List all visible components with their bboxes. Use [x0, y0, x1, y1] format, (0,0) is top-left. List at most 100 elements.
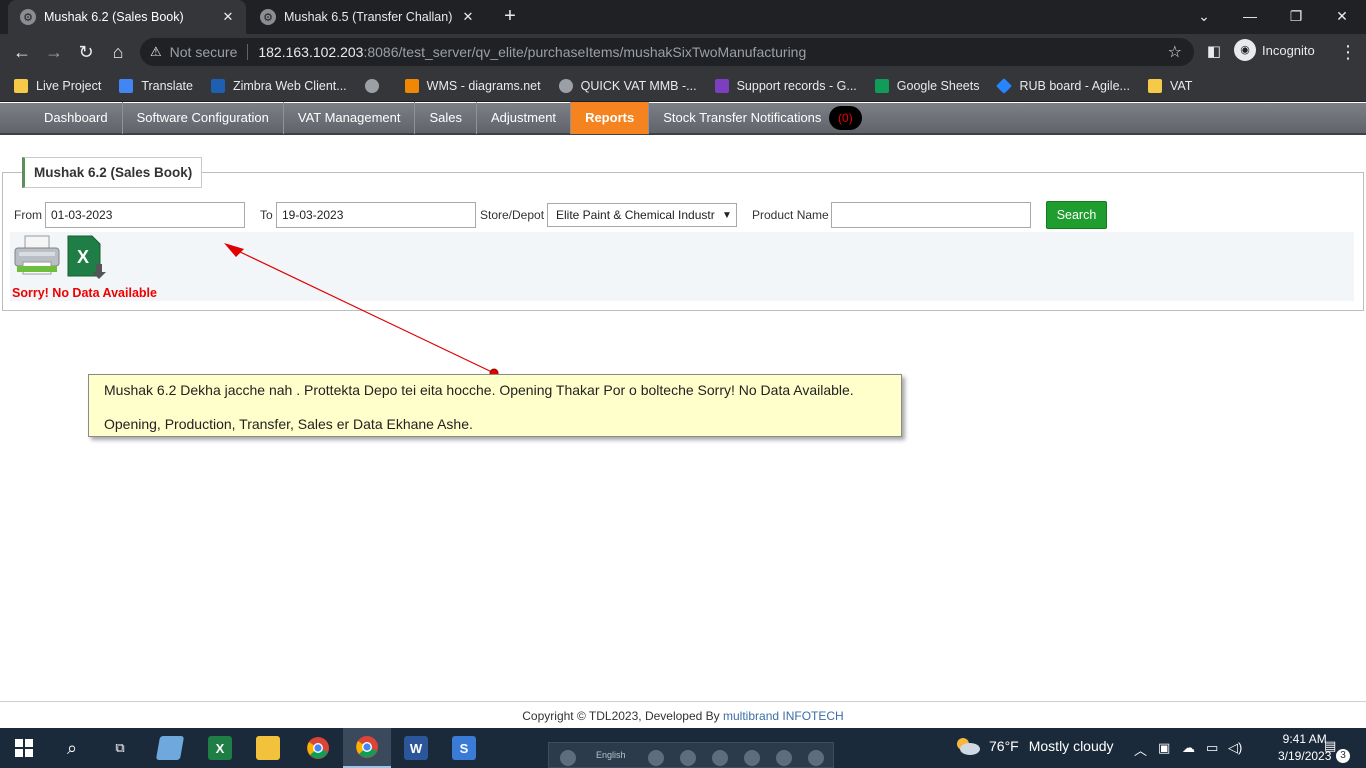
back-icon[interactable]: ←	[10, 40, 34, 64]
tab-title: Mushak 6.2 (Sales Book)	[44, 10, 184, 24]
bookmark-label: Live Project	[36, 78, 102, 93]
search-icon[interactable]: ⌕	[48, 728, 96, 768]
bookmark-star-icon[interactable]: ☆	[1168, 42, 1182, 62]
file-explorer-icon[interactable]	[244, 728, 292, 768]
printer-icon[interactable]	[13, 234, 61, 278]
bookmark-label: Zimbra Web Client...	[232, 78, 347, 93]
bookmark-quick-vat[interactable]: QUICK VAT MMB -...	[558, 78, 697, 93]
warning-icon: ⚠	[150, 44, 162, 59]
forward-icon[interactable]: →	[42, 40, 66, 64]
start-button[interactable]	[0, 728, 48, 768]
nav-reports[interactable]: Reports	[571, 102, 650, 134]
chevron-down-icon[interactable]: ⌄	[1192, 5, 1216, 27]
info-icon[interactable]	[808, 750, 824, 766]
address-bar[interactable]: ⚠ Not secure 182.163.102.203 :8086/test_…	[140, 38, 1194, 66]
language-label: English	[596, 750, 626, 760]
bookmark-translate[interactable]: Translate	[119, 78, 193, 93]
incognito-badge[interactable]: ◉ Incognito	[1234, 39, 1315, 61]
from-date-input[interactable]	[45, 202, 245, 228]
incognito-icon: ◉	[1234, 39, 1256, 61]
security-label: Not secure	[169, 44, 238, 60]
store-depot-value: Elite Paint & Chemical Industr	[556, 208, 715, 222]
onedrive-icon[interactable]: ☁	[1182, 740, 1195, 756]
annotation-callout: Mushak 6.2 Dekha jacche nah . Prottekta …	[88, 374, 902, 437]
meet-icon[interactable]: ▣	[1158, 740, 1170, 756]
nav-dashboard[interactable]: Dashboard	[30, 102, 123, 134]
chevron-down-icon: ▼	[722, 209, 732, 221]
excel-taskbar-icon[interactable]: X	[196, 728, 244, 768]
bookmark-rub-board[interactable]: RUB board - Agile...	[996, 77, 1130, 94]
close-icon[interactable]: ✕	[460, 9, 476, 25]
main-navigation: Dashboard Software Configuration VAT Man…	[0, 102, 1366, 135]
to-date-input[interactable]	[276, 202, 476, 228]
weather-temp: 76°F	[989, 738, 1019, 754]
s-app-icon[interactable]: S	[440, 728, 488, 768]
mode-icon[interactable]	[648, 750, 664, 766]
ime-icon[interactable]	[560, 750, 576, 766]
volume-icon[interactable]: ◁)	[1228, 740, 1242, 756]
new-tab-button[interactable]: +	[500, 5, 520, 29]
tab-mushak-6-5[interactable]: ⚙ Mushak 6.5 (Transfer Challan) ✕	[248, 0, 486, 34]
chrome-logo	[307, 737, 329, 759]
minimize-icon[interactable]: —	[1238, 5, 1262, 27]
tab-mushak-6-2[interactable]: ⚙ Mushak 6.2 (Sales Book) ✕	[8, 0, 246, 34]
menu-icon[interactable]: ⋮	[1336, 40, 1360, 64]
from-label: From	[14, 208, 42, 222]
nav-sales[interactable]: Sales	[415, 102, 478, 134]
store-depot-select[interactable]: Elite Paint & Chemical Industr ▼	[547, 203, 737, 227]
product-name-input[interactable]	[831, 202, 1031, 228]
reload-icon[interactable]: ↻	[74, 40, 98, 64]
help-icon[interactable]	[776, 750, 792, 766]
folder-icon	[1147, 78, 1162, 93]
gear-icon	[558, 78, 573, 93]
gear-icon: ⚙	[260, 9, 276, 25]
word-icon[interactable]: W	[392, 728, 440, 768]
edge-icon[interactable]	[744, 750, 760, 766]
sidepanel-icon[interactable]: ◧	[1202, 40, 1226, 64]
incognito-label: Incognito	[1262, 42, 1315, 58]
chrome-icon-active[interactable]	[343, 728, 391, 768]
windows-start-icon	[15, 739, 33, 757]
task-view-icon[interactable]: ⧉	[96, 728, 144, 768]
search-button[interactable]: Search	[1046, 201, 1107, 229]
bookmark-label: QUICK VAT MMB -...	[580, 78, 697, 93]
bookmark-label: RUB board - Agile...	[1019, 78, 1130, 93]
weather-widget[interactable]: 76°F Mostly cloudy	[955, 736, 1114, 756]
gear-icon[interactable]	[712, 750, 728, 766]
globe-icon	[364, 78, 379, 93]
bookmark-support-records[interactable]: Support records - G...	[714, 78, 857, 93]
notification-center-icon[interactable]: ▤ 3	[1324, 738, 1350, 763]
chrome-icon[interactable]	[294, 728, 342, 768]
bookmark-vat[interactable]: VAT	[1147, 78, 1193, 93]
notes-icon[interactable]	[146, 728, 194, 768]
divider	[247, 44, 249, 60]
settings-icon[interactable]	[680, 750, 696, 766]
developer-link[interactable]: multibrand INFOTECH	[723, 709, 844, 723]
battery-icon[interactable]: ▭	[1206, 740, 1218, 756]
nav-vat-management[interactable]: VAT Management	[284, 102, 416, 134]
browser-toolbar: ← → ↻ ⌂ ⚠ Not secure 182.163.102.203 :80…	[0, 34, 1366, 70]
bookmark-google-sheets[interactable]: Google Sheets	[874, 78, 979, 93]
bookmark-zimbra[interactable]: Zimbra Web Client...	[210, 78, 347, 93]
forms-icon	[714, 78, 729, 93]
annotation-line-2: Opening, Production, Transfer, Sales er …	[104, 416, 473, 432]
bookmark-label: VAT	[1169, 78, 1193, 93]
chevron-up-icon[interactable]: ︿	[1134, 740, 1147, 759]
excel-export-icon[interactable]: X	[66, 234, 110, 280]
nav-label: Stock Transfer Notifications	[663, 110, 822, 125]
nav-adjustment[interactable]: Adjustment	[477, 102, 572, 134]
chrome-logo	[356, 736, 378, 758]
close-icon[interactable]: ✕	[220, 9, 236, 25]
close-window-icon[interactable]: ✕	[1330, 5, 1354, 27]
gear-icon: ⚙	[20, 9, 36, 25]
restore-icon[interactable]: ❐	[1284, 5, 1308, 27]
home-icon[interactable]: ⌂	[106, 40, 130, 64]
nav-software-configuration[interactable]: Software Configuration	[123, 102, 284, 134]
bookmark-wms-diagrams[interactable]: WMS - diagrams.net	[404, 78, 541, 93]
bookmark-live-project[interactable]: Live Project	[14, 78, 102, 93]
url-host: 182.163.102.203	[258, 44, 364, 60]
zimbra-icon	[210, 78, 225, 93]
nav-stock-transfer-notifications[interactable]: Stock Transfer Notifications (0)	[649, 102, 876, 134]
folder-icon	[14, 78, 28, 93]
bookmark-globe[interactable]	[364, 78, 387, 93]
